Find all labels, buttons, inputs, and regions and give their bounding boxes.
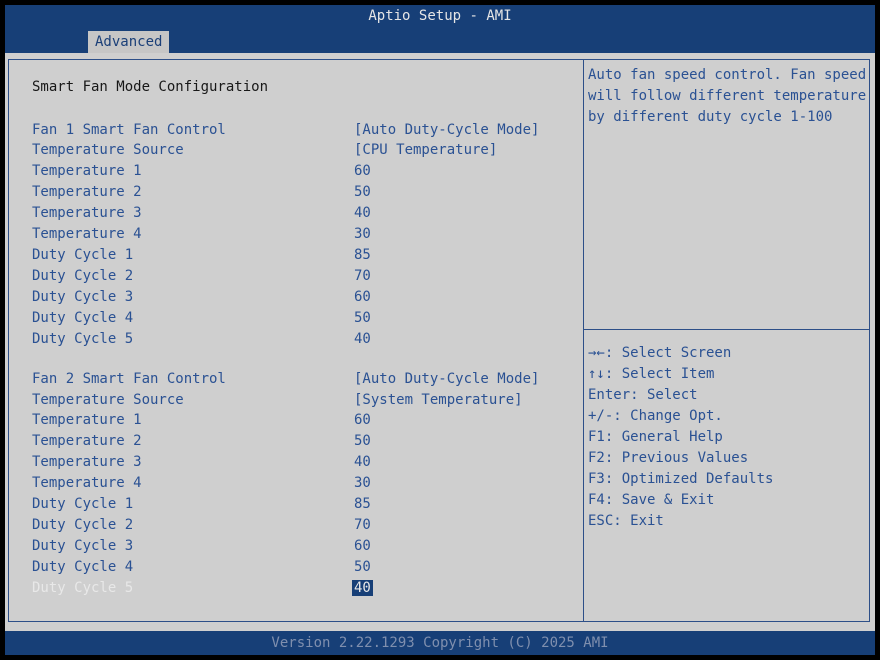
help-text: Auto fan speed control. Fan speed will f… <box>588 67 867 125</box>
help-divider <box>584 329 870 330</box>
fan2-duty5-value[interactable]: 40 <box>352 580 373 596</box>
fan2-duty3-label[interactable]: Duty Cycle 3 <box>32 538 133 554</box>
fan2-duty4-value[interactable]: 50 <box>354 559 371 575</box>
key-f2: F2: Previous Values <box>588 450 749 466</box>
fan2-temp3-label[interactable]: Temperature 3 <box>32 454 142 470</box>
fan1-duty5-label[interactable]: Duty Cycle 5 <box>32 331 133 347</box>
version-footer: Version 2.22.1293 Copyright (C) 2025 AMI <box>5 631 875 655</box>
title-bar: Aptio Setup - AMI Advanced <box>5 5 875 53</box>
bios-screen: Aptio Setup - AMI Advanced Smart Fan Mod… <box>5 5 875 655</box>
fan1-source-value[interactable]: [CPU Temperature] <box>354 142 497 158</box>
key-f3: F3: Optimized Defaults <box>588 471 774 487</box>
fan2-duty4-label[interactable]: Duty Cycle 4 <box>32 559 133 575</box>
key-enter: Enter: Select <box>588 387 698 403</box>
fan2-duty3-value[interactable]: 60 <box>354 538 371 554</box>
key-change-opt: +/-: Change Opt. <box>588 408 723 424</box>
fan1-duty2-label[interactable]: Duty Cycle 2 <box>32 268 133 284</box>
fan2-source-value[interactable]: [System Temperature] <box>354 392 523 408</box>
fan2-temp2-label[interactable]: Temperature 2 <box>32 433 142 449</box>
fan2-temp3-value[interactable]: 40 <box>354 454 371 470</box>
key-legend: →←: Select Screen ↑↓: Select Item Enter:… <box>588 343 773 532</box>
fan1-source-label[interactable]: Temperature Source <box>32 142 184 158</box>
key-f1: F1: General Help <box>588 429 723 445</box>
fan1-temp2-label[interactable]: Temperature 2 <box>32 184 142 200</box>
fan1-duty2-value[interactable]: 70 <box>354 268 371 284</box>
fan2-duty1-label[interactable]: Duty Cycle 1 <box>32 496 133 512</box>
fan2-temp4-value[interactable]: 30 <box>354 475 371 491</box>
window-title: Aptio Setup - AMI <box>368 8 512 24</box>
key-f4: F4: Save & Exit <box>588 492 715 508</box>
fan2-duty2-value[interactable]: 70 <box>354 517 371 533</box>
fan2-duty1-value[interactable]: 85 <box>354 496 371 512</box>
fan1-duty1-label[interactable]: Duty Cycle 1 <box>32 247 133 263</box>
fan1-duty5-value[interactable]: 40 <box>354 331 371 347</box>
fan1-temp4-value[interactable]: 30 <box>354 226 371 242</box>
tab-advanced[interactable]: Advanced <box>88 31 170 53</box>
fan1-duty3-label[interactable]: Duty Cycle 3 <box>32 289 133 305</box>
fan2-control-value[interactable]: [Auto Duty-Cycle Mode] <box>354 371 539 387</box>
fan2-temp1-label[interactable]: Temperature 1 <box>32 412 142 428</box>
key-esc: ESC: Exit <box>588 513 664 529</box>
panel-divider <box>583 59 584 622</box>
fan2-source-label[interactable]: Temperature Source <box>32 392 184 408</box>
fan1-duty4-value[interactable]: 50 <box>354 310 371 326</box>
fan1-duty1-value[interactable]: 85 <box>354 247 371 263</box>
key-select-screen: →←: Select Screen <box>588 345 732 361</box>
fan1-control-label[interactable]: Fan 1 Smart Fan Control <box>32 122 226 138</box>
fan1-temp4-label[interactable]: Temperature 4 <box>32 226 142 242</box>
fan1-temp3-label[interactable]: Temperature 3 <box>32 205 142 221</box>
fan2-temp2-value[interactable]: 50 <box>354 433 371 449</box>
fan2-duty2-label[interactable]: Duty Cycle 2 <box>32 517 133 533</box>
fan2-temp1-value[interactable]: 60 <box>354 412 371 428</box>
fan1-temp2-value[interactable]: 50 <box>354 184 371 200</box>
fan1-temp1-value[interactable]: 60 <box>354 163 371 179</box>
fan2-duty5-label[interactable]: Duty Cycle 5 <box>32 580 133 596</box>
fan1-temp3-value[interactable]: 40 <box>354 205 371 221</box>
fan2-control-label[interactable]: Fan 2 Smart Fan Control <box>32 371 226 387</box>
fan2-temp4-label[interactable]: Temperature 4 <box>32 475 142 491</box>
section-title: Smart Fan Mode Configuration <box>32 79 269 95</box>
fan1-control-value[interactable]: [Auto Duty-Cycle Mode] <box>354 122 539 138</box>
fan1-duty4-label[interactable]: Duty Cycle 4 <box>32 310 133 326</box>
content-panel: Smart Fan Mode Configuration Fan 1 Smart… <box>5 53 875 631</box>
key-select-item: ↑↓: Select Item <box>588 366 715 382</box>
fan1-temp1-label[interactable]: Temperature 1 <box>32 163 142 179</box>
fan1-duty3-value[interactable]: 60 <box>354 289 371 305</box>
